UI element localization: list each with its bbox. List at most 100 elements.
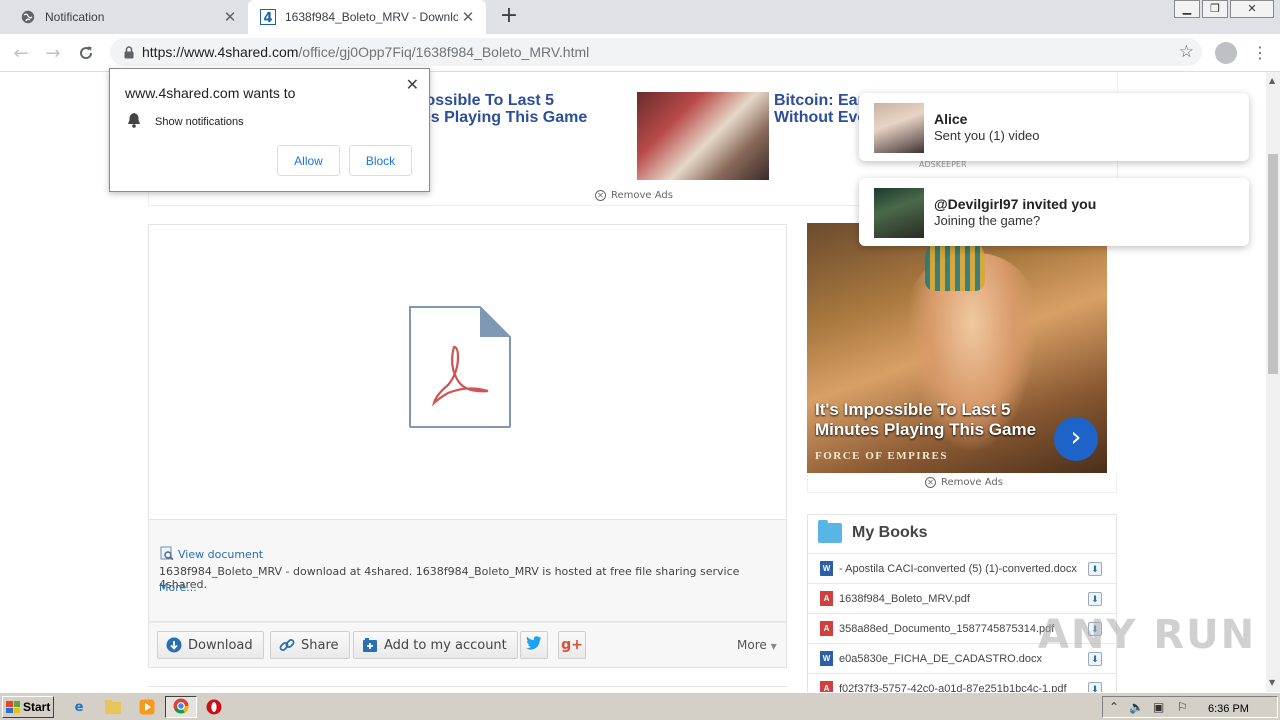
profile-avatar[interactable] bbox=[1215, 42, 1237, 64]
download-arrow-icon[interactable]: ⬇ bbox=[1088, 561, 1102, 576]
new-tab-button[interactable]: + bbox=[498, 5, 520, 28]
my-books-panel: My Books W - Apostila CACI-converted (5)… bbox=[807, 514, 1117, 692]
tab-strip: Notification ✕ 4 1638f984_Boleto_MRV - D… bbox=[0, 0, 1280, 34]
volume-icon[interactable]: 🔈 bbox=[1129, 700, 1144, 714]
download-arrow-icon[interactable]: ⬇ bbox=[1088, 591, 1102, 606]
page-scrollbar[interactable]: ▲ ▼ bbox=[1266, 72, 1280, 692]
twitter-share-button[interactable] bbox=[520, 631, 548, 659]
taskbar: Start e ⌃ 🔈 ▣ ⚐ 6:36 PM bbox=[0, 692, 1280, 720]
caret-down-icon: ▼ bbox=[770, 642, 777, 651]
bookmark-star-icon[interactable]: ☆ bbox=[1179, 42, 1194, 62]
remove-ads-link[interactable]: ✕ Remove Ads bbox=[595, 190, 673, 201]
share-button[interactable]: Share bbox=[270, 631, 350, 659]
chrome-icon bbox=[173, 698, 189, 717]
toast-notification[interactable]: Alice Sent you (1) video bbox=[859, 93, 1249, 161]
globe-icon bbox=[20, 9, 36, 25]
link-icon bbox=[279, 637, 295, 653]
forward-icon[interactable]: → bbox=[41, 41, 65, 65]
windows-logo-icon bbox=[6, 701, 20, 713]
add-to-account-button[interactable]: Add to my account bbox=[353, 631, 518, 659]
lock-icon bbox=[122, 45, 136, 59]
restore-button[interactable]: ❐ bbox=[1202, 0, 1228, 18]
system-tray: ⌃ 🔈 ▣ ⚐ 6:36 PM bbox=[1102, 696, 1278, 718]
more-label: More bbox=[737, 638, 767, 652]
browser-toolbar: ← → https://www.4shared.com/office/gj0Op… bbox=[0, 34, 1280, 72]
add-to-account-icon bbox=[362, 637, 378, 653]
close-tab-icon[interactable]: ✕ bbox=[458, 7, 478, 27]
more-link[interactable]: More... bbox=[159, 581, 197, 594]
document-preview[interactable] bbox=[148, 224, 787, 520]
tab-title: Notification bbox=[45, 10, 105, 24]
pdf-file-icon: A bbox=[820, 591, 833, 606]
list-item[interactable]: A 1638f984_Boleto_MRV.pdf ⬇ bbox=[808, 583, 1116, 613]
side-ad-banner[interactable]: It's Impossible To Last 5 Minutes Playin… bbox=[807, 223, 1107, 473]
toast-text: Joining the game? bbox=[934, 213, 1041, 228]
internet-explorer-icon[interactable]: e bbox=[70, 698, 88, 716]
side-ad-footer: ✕ Remove Ads bbox=[807, 473, 1117, 493]
docx-file-icon: W bbox=[820, 561, 833, 576]
remove-ads-label: Remove Ads bbox=[941, 477, 1003, 488]
chrome-task[interactable] bbox=[165, 696, 197, 718]
ad-banknotes-image[interactable] bbox=[637, 92, 769, 180]
add-to-account-label: Add to my account bbox=[384, 637, 507, 653]
scroll-down-icon[interactable]: ▼ bbox=[1269, 678, 1275, 687]
close-tab-icon[interactable]: ✕ bbox=[220, 7, 240, 27]
address-bar[interactable]: https://www.4shared.com/office/gj0Opp7Fi… bbox=[110, 38, 1202, 66]
url-path: /office/gj0Opp7Fiq/1638f984_Boleto_MRV.h… bbox=[298, 44, 590, 60]
close-icon[interactable]: ✕ bbox=[406, 75, 419, 94]
docx-file-icon: W bbox=[820, 651, 833, 666]
toast-notification[interactable]: @Devilgirl97 invited you Joining the gam… bbox=[859, 178, 1249, 246]
side-ad-headline[interactable]: It's Impossible To Last 5 Minutes Playin… bbox=[815, 400, 1065, 440]
cloud-download-icon bbox=[166, 637, 182, 653]
pdf-file-icon bbox=[408, 305, 512, 429]
remove-ads-label: Remove Ads bbox=[611, 190, 673, 201]
scrollbar-thumb[interactable] bbox=[1268, 154, 1278, 374]
download-button[interactable]: Download bbox=[157, 631, 264, 659]
toast-title: Alice bbox=[934, 111, 968, 127]
my-books-title: My Books bbox=[852, 524, 928, 541]
url-text: https://www.4shared.com/office/gj0Opp7Fi… bbox=[142, 44, 589, 60]
minimize-button[interactable]: ▁ bbox=[1174, 0, 1200, 18]
list-item[interactable]: W - Apostila CACI-converted (5) (1)-conv… bbox=[808, 553, 1116, 583]
menu-icon[interactable]: ⋮ bbox=[1252, 41, 1268, 65]
opera-icon[interactable] bbox=[205, 698, 223, 716]
view-document-link[interactable]: View document bbox=[160, 546, 263, 563]
close-window-button[interactable]: ✕ bbox=[1230, 0, 1274, 18]
folder-icon bbox=[818, 520, 842, 543]
media-player-icon[interactable] bbox=[138, 698, 156, 716]
google-plus-icon: g+ bbox=[561, 637, 583, 653]
tray-expand-icon[interactable]: ⌃ bbox=[1109, 700, 1119, 714]
start-button[interactable]: Start bbox=[2, 696, 54, 718]
book-name[interactable]: 1638f984_Boleto_MRV.pdf bbox=[839, 593, 1079, 605]
action-center-flag-icon[interactable]: ⚐ bbox=[1177, 700, 1188, 714]
download-arrow-icon[interactable]: ⬇ bbox=[1088, 681, 1102, 692]
download-label: Download bbox=[188, 637, 253, 653]
chevron-right-icon[interactable]: › bbox=[1054, 417, 1098, 461]
google-plus-share-button[interactable]: g+ bbox=[558, 631, 586, 659]
toast-title: @Devilgirl97 invited you bbox=[934, 196, 1097, 212]
remove-ads-icon: ✕ bbox=[925, 477, 936, 488]
block-button[interactable]: Block bbox=[349, 145, 412, 176]
list-item[interactable]: A f02f37f3-5757-42c0-a01d-87e251b1bc4c-1… bbox=[808, 673, 1116, 692]
scroll-up-icon[interactable]: ▲ bbox=[1269, 76, 1275, 85]
tab-title: 1638f984_Boleto_MRV - Download - bbox=[285, 10, 458, 24]
allow-button[interactable]: Allow bbox=[277, 145, 340, 176]
tab-4shared[interactable]: 4 1638f984_Boleto_MRV - Download - ✕ bbox=[248, 0, 486, 34]
more-dropdown[interactable]: More ▼ bbox=[737, 638, 777, 652]
reload-icon[interactable] bbox=[74, 41, 98, 65]
pdf-file-icon: A bbox=[820, 681, 833, 692]
permission-request-text: Show notifications bbox=[155, 115, 244, 128]
tab-notification[interactable]: Notification ✕ bbox=[8, 0, 248, 34]
side-ad-brand: FORCE OF EMPIRES bbox=[815, 450, 948, 462]
network-icon[interactable]: ▣ bbox=[1153, 700, 1164, 714]
back-icon[interactable]: ← bbox=[9, 41, 33, 65]
action-bar: Download Share Add to my account g+ More… bbox=[148, 622, 787, 668]
explorer-folder-icon[interactable] bbox=[104, 698, 122, 716]
twitter-icon bbox=[526, 636, 542, 654]
bell-icon bbox=[127, 112, 141, 131]
document-description: View document 1638f984_Boleto_MRV - down… bbox=[148, 520, 787, 622]
remove-ads-link[interactable]: ✕ Remove Ads bbox=[925, 477, 1003, 488]
book-name[interactable]: f02f37f3-5757-42c0-a01d-87e251b1bc4c-1.p… bbox=[839, 683, 1079, 693]
adskeeper-logo: ADSKEEPER bbox=[919, 160, 967, 169]
book-name[interactable]: - Apostila CACI-converted (5) (1)-conver… bbox=[839, 563, 1079, 575]
